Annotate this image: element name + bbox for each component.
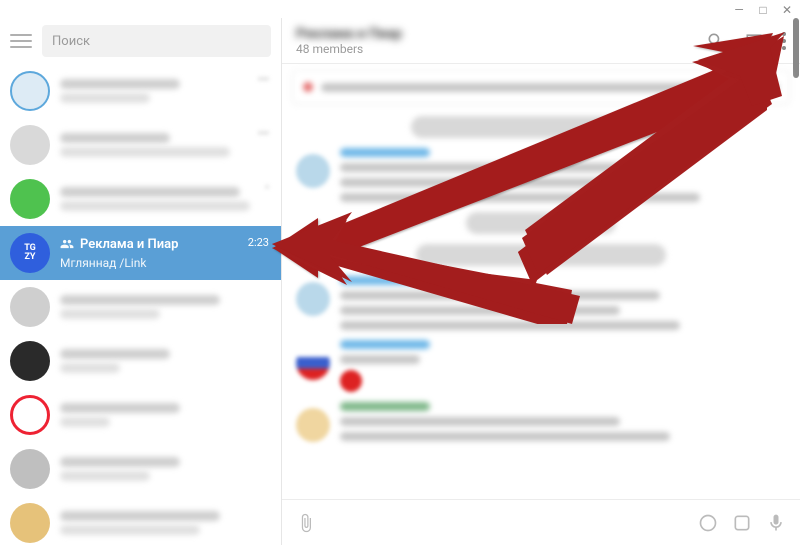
search-input[interactable]: Поиск: [42, 25, 271, 57]
chat-header-title: Реклама и Пиар: [296, 26, 706, 42]
chat-title: Реклама и Пиар: [80, 237, 178, 252]
window-controls: — □ ✕: [732, 3, 794, 17]
avatar: [296, 282, 330, 316]
pin-indicator-icon: [303, 82, 313, 92]
group-icon: [60, 237, 74, 251]
window-close-button[interactable]: ✕: [780, 3, 794, 17]
sticker-icon[interactable]: [732, 513, 752, 533]
pinned-message[interactable]: [292, 70, 790, 104]
avatar: [10, 179, 50, 219]
chat-item[interactable]: •••: [0, 64, 281, 118]
menu-icon[interactable]: [10, 30, 32, 52]
message-text: [340, 291, 660, 300]
chat-item[interactable]: [0, 442, 281, 496]
chat-time: 2:23: [248, 236, 269, 249]
chat-time: •: [265, 181, 269, 194]
avatar: [10, 341, 50, 381]
message-text: [340, 321, 680, 330]
message-text: [340, 306, 620, 315]
message-text: [340, 417, 620, 426]
mic-icon[interactable]: [766, 513, 786, 533]
date-chip: [411, 116, 671, 138]
message-text: [340, 163, 680, 172]
chat-item[interactable]: [0, 280, 281, 334]
chat-panel: Реклама и Пиар 48 members: [282, 18, 800, 545]
avatar: TGZY: [10, 233, 50, 273]
chat-item[interactable]: •••: [0, 118, 281, 172]
message-text: [340, 432, 670, 441]
chat-time: •••: [258, 127, 269, 140]
avatar: [10, 287, 50, 327]
more-options-icon[interactable]: [782, 32, 786, 50]
chat-item-selected[interactable]: TGZY Реклама и Пиар M️гляннад /Link 2:23: [0, 226, 281, 280]
avatar: [296, 408, 330, 442]
message: [296, 402, 786, 442]
sender-name: [340, 276, 430, 285]
search-placeholder: Поиск: [52, 34, 90, 49]
message: [296, 340, 786, 392]
sidebar-toggle-icon[interactable]: [744, 31, 764, 51]
message-text: [340, 355, 420, 364]
message-text: [340, 193, 700, 202]
sidebar: Поиск ••• ••• • TGZY: [0, 18, 282, 545]
avatar: [10, 449, 50, 489]
sender-name: [340, 340, 430, 349]
window-maximize-button[interactable]: □: [756, 3, 770, 17]
avatar: [10, 503, 50, 543]
attach-icon[interactable]: [296, 513, 316, 533]
chat-item[interactable]: •: [0, 172, 281, 226]
scrollbar-thumb[interactable]: [793, 18, 799, 78]
avatar: [296, 346, 330, 380]
chat-preview: M️гляннад /Link: [60, 256, 271, 270]
date-chip: [466, 212, 616, 234]
pinned-text: [321, 83, 779, 92]
window-minimize-button[interactable]: —: [732, 3, 746, 17]
chat-header-subtitle: 48 members: [296, 42, 706, 56]
message-composer[interactable]: [282, 499, 800, 545]
message-text: [340, 178, 640, 187]
avatar: [10, 71, 50, 111]
message: [296, 276, 786, 330]
chat-item[interactable]: [0, 388, 281, 442]
search-icon[interactable]: [706, 31, 726, 51]
avatar: [296, 154, 330, 188]
chat-time: •••: [258, 73, 269, 86]
chat-item[interactable]: [0, 334, 281, 388]
chat-item[interactable]: [0, 496, 281, 545]
sender-name: [340, 148, 430, 157]
messages-area: [282, 110, 800, 499]
emoji-icon[interactable]: [698, 513, 718, 533]
chat-list: ••• ••• • TGZY Реклама: [0, 64, 281, 545]
avatar: [10, 395, 50, 435]
emoji: [340, 370, 362, 392]
chat-header: Реклама и Пиар 48 members: [282, 18, 800, 64]
avatar: [10, 125, 50, 165]
message: [296, 148, 786, 202]
date-chip: [416, 244, 666, 266]
sender-name: [340, 402, 430, 411]
